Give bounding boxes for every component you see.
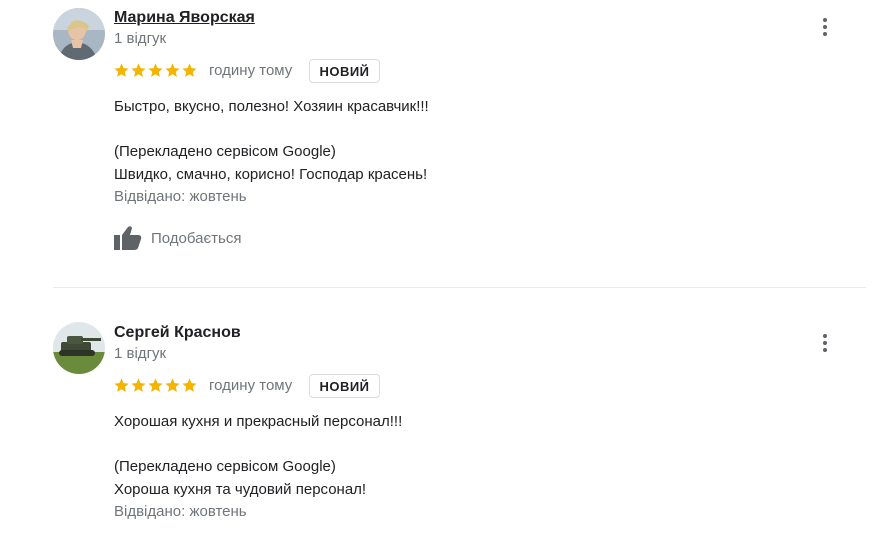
more-options-button[interactable] xyxy=(815,15,835,39)
more-vert-icon xyxy=(823,18,827,36)
star-icon xyxy=(131,378,146,392)
star-icon xyxy=(148,378,163,392)
author-name[interactable]: Марина Яворская xyxy=(114,8,255,28)
person-photo-icon xyxy=(53,8,105,60)
avatar[interactable] xyxy=(53,8,105,60)
more-vert-icon xyxy=(823,334,827,352)
thumbs-up-icon xyxy=(114,226,142,250)
star-rating xyxy=(113,377,198,395)
star-icon xyxy=(131,63,146,77)
review-translated-text: Швидко, смачно, корисно! Господар красен… xyxy=(114,166,428,183)
review-time: годину тому xyxy=(209,62,293,79)
author-name[interactable]: Сергей Краснов xyxy=(114,323,241,343)
avatar[interactable] xyxy=(53,322,105,374)
review-time: годину тому xyxy=(209,377,293,394)
review-original-text: Хорошая кухня и прекрасный персонал!!! xyxy=(114,413,403,430)
like-label: Подобається xyxy=(151,229,242,247)
star-icon xyxy=(114,63,129,77)
review-translated-text: Хороша кухня та чудовий персонал! xyxy=(114,481,367,498)
translation-note[interactable]: (Перекладено сервісом Google) xyxy=(114,142,336,162)
star-icon xyxy=(148,63,163,77)
tank-photo-icon xyxy=(53,322,105,374)
star-icon xyxy=(182,63,197,77)
star-icon xyxy=(182,378,197,392)
star-icon xyxy=(165,378,180,392)
review-count[interactable]: 1 відгук xyxy=(114,345,166,363)
divider xyxy=(53,287,866,288)
star-icon xyxy=(165,63,180,77)
review-count[interactable]: 1 відгук xyxy=(114,30,166,48)
review-original-text: Быстро, вкусно, полезно! Хозяин красавчи… xyxy=(114,98,429,115)
like-button[interactable]: Подобається xyxy=(113,225,241,251)
translation-note[interactable]: (Перекладено сервісом Google) xyxy=(114,457,336,477)
new-badge: НОВИЙ xyxy=(309,374,380,398)
star-rating xyxy=(113,62,198,80)
new-badge: НОВИЙ xyxy=(309,59,380,83)
visited-date: Відвідано: жовтень xyxy=(114,188,247,205)
star-icon xyxy=(114,378,129,392)
visited-date: Відвідано: жовтень xyxy=(114,503,247,520)
more-options-button[interactable] xyxy=(815,331,835,355)
